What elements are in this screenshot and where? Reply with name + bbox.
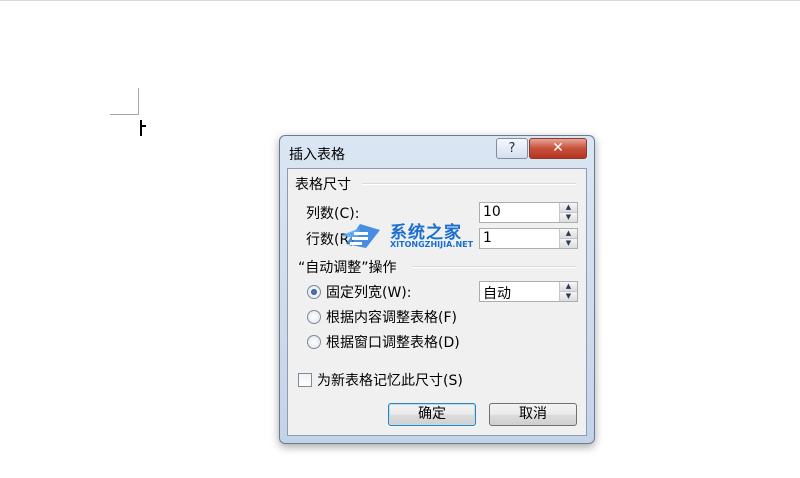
watermark-text-en: XITONGZHIJIA.NET (390, 240, 474, 249)
fixed-width-increment-icon[interactable]: ▲ (560, 282, 577, 292)
fixed-width-value: 自动 (483, 286, 511, 302)
text-cursor (140, 120, 142, 136)
fixed-width-spinner[interactable]: 自动 ▲ ▼ (479, 281, 578, 302)
fit-window-radio[interactable] (307, 335, 321, 349)
cancel-button[interactable]: 取消 (489, 403, 577, 426)
fit-contents-label[interactable]: 根据内容调整表格(F) (326, 307, 457, 327)
remember-size-label[interactable]: 为新表格记忆此尺寸(S) (317, 370, 463, 390)
columns-increment-icon[interactable]: ▲ (560, 203, 577, 213)
remember-size-checkbox[interactable] (298, 373, 312, 387)
fixed-width-spin-buttons: ▲ ▼ (559, 282, 577, 301)
insert-table-dialog: 插入表格 ? ✕ 表格尺寸 列数(C): 10 ▲ ▼ 行数(R): 1 ▲ ▼… (279, 135, 595, 444)
fixed-width-radio[interactable] (307, 285, 321, 299)
watermark-logo-icon (340, 224, 380, 248)
dialog-body: 表格尺寸 列数(C): 10 ▲ ▼ 行数(R): 1 ▲ ▼ “自动调整”操作… (287, 168, 587, 436)
columns-spinner[interactable]: 10 ▲ ▼ (479, 202, 578, 223)
table-size-group-rule (362, 183, 576, 185)
columns-decrement-icon[interactable]: ▼ (560, 213, 577, 222)
ok-button[interactable]: 确定 (388, 403, 476, 426)
page-margin-corner-vertical (138, 88, 139, 115)
close-button[interactable]: ✕ (529, 138, 587, 159)
rows-increment-icon[interactable]: ▲ (560, 229, 577, 239)
document-top-border (0, 0, 800, 1)
rows-decrement-icon[interactable]: ▼ (560, 239, 577, 248)
fixed-width-decrement-icon[interactable]: ▼ (560, 292, 577, 301)
rows-spinner[interactable]: 1 ▲ ▼ (479, 228, 578, 249)
rows-spin-buttons: ▲ ▼ (559, 229, 577, 248)
radio-selected-dot (311, 289, 317, 295)
autofit-group-title: “自动调整”操作 (298, 257, 401, 277)
columns-spin-buttons: ▲ ▼ (559, 203, 577, 222)
autofit-group-rule (412, 266, 576, 268)
fit-window-label[interactable]: 根据窗口调整表格(D) (326, 332, 460, 352)
text-cursor-tick (142, 125, 146, 127)
dialog-title: 插入表格 (289, 147, 345, 163)
table-size-group-title: 表格尺寸 (295, 174, 355, 194)
fit-contents-radio[interactable] (307, 310, 321, 324)
site-watermark: 系统之家 XITONGZHIJIA.NET (336, 218, 486, 254)
help-button[interactable]: ? (496, 138, 528, 159)
dialog-titlebar[interactable]: 插入表格 ? ✕ (280, 136, 594, 168)
fixed-width-label[interactable]: 固定列宽(W): (326, 282, 411, 302)
page-margin-corner-horizontal (110, 114, 139, 115)
